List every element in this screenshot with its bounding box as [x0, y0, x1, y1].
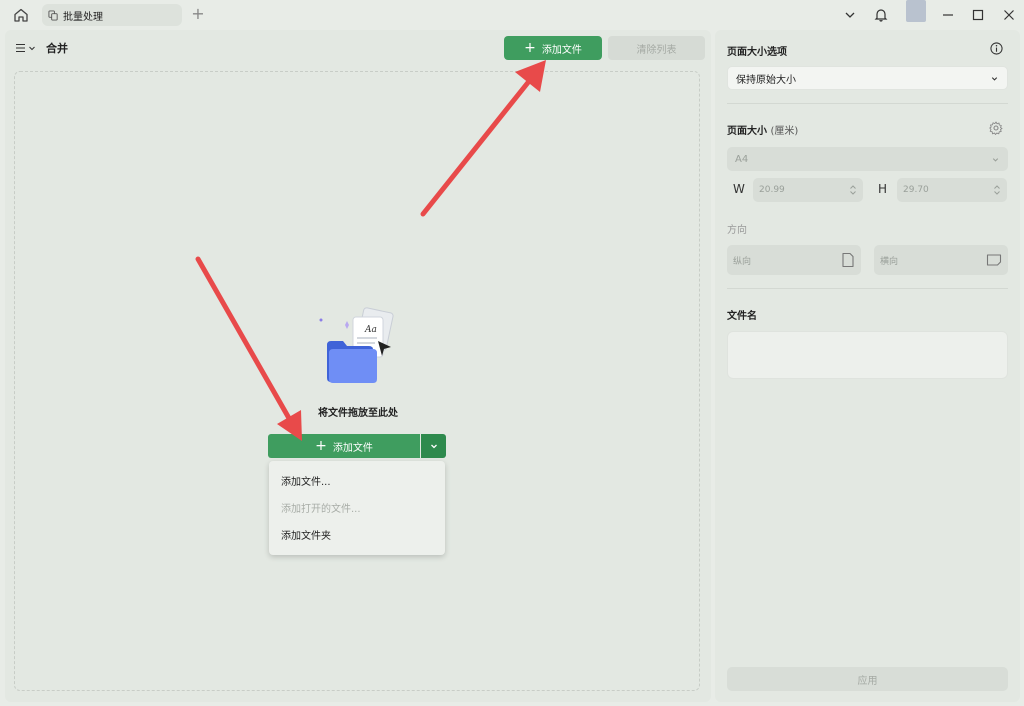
notification-button[interactable] — [870, 5, 892, 25]
clear-list-label: 清除列表 — [636, 44, 677, 56]
apply-label: 应用 — [857, 675, 878, 687]
chevron-down-icon — [29, 46, 35, 51]
plus-icon: + — [191, 4, 205, 23]
portrait-page-icon — [842, 252, 854, 268]
merge-panel: 合并 + 添加文件 清除列表 Aa 将文件拖放至此处 + 添加文件 添加文件..… — [5, 30, 711, 702]
filename-input[interactable] — [727, 331, 1008, 379]
portrait-label: 纵向 — [733, 256, 752, 267]
minimize-icon — [943, 14, 953, 16]
drop-instruction: 将文件拖放至此处 — [318, 408, 398, 419]
tab-batch-processing[interactable]: 批量处理 — [42, 4, 182, 26]
menu-item-add-file[interactable]: 添加文件... — [269, 469, 445, 496]
maximize-icon — [972, 9, 984, 21]
home-button[interactable] — [10, 5, 32, 25]
add-file-label: 添加文件 — [541, 44, 582, 56]
divider — [727, 103, 1008, 104]
width-value: 20.99 — [759, 185, 785, 195]
height-input: 29.70 — [897, 178, 1007, 202]
new-tab-button[interactable]: + — [190, 6, 206, 24]
menu-item-add-folder[interactable]: 添加文件夹 — [269, 523, 445, 550]
landscape-page-icon — [986, 254, 1002, 266]
page-size-option-select[interactable]: 保持原始大小 — [727, 66, 1008, 90]
close-button[interactable] — [998, 5, 1020, 25]
paper-size-select: A4 — [727, 147, 1008, 171]
add-file-main-button[interactable]: + 添加文件 — [268, 434, 420, 458]
menu-button[interactable] — [15, 40, 39, 56]
chevron-down-icon — [845, 12, 855, 18]
page-size-settings-button[interactable] — [988, 120, 1004, 136]
info-button[interactable] — [988, 40, 1004, 56]
maximize-button[interactable] — [967, 5, 989, 25]
avatar[interactable] — [906, 0, 926, 22]
stepper-icon — [850, 185, 856, 195]
portrait-button: 纵向 — [727, 245, 861, 275]
add-file-dropdown-toggle[interactable] — [421, 434, 446, 458]
settings-panel: 页面大小选项 保持原始大小 页面大小 (厘米) A4 W 20.99 H 29.… — [715, 30, 1020, 702]
close-icon — [1004, 10, 1014, 20]
folder-illustration-icon: Aa — [319, 307, 394, 383]
title-bar: 批量处理 + — [0, 0, 1024, 30]
chevron-down-icon — [991, 76, 998, 81]
landscape-button: 横向 — [874, 245, 1008, 275]
tab-document-icon — [48, 9, 58, 21]
dropdown-button[interactable] — [839, 5, 861, 25]
height-value: 29.70 — [903, 185, 929, 195]
home-icon — [14, 8, 28, 22]
orientation-label: 方向 — [727, 225, 747, 236]
apply-button: 应用 — [727, 667, 1008, 691]
chevron-down-icon — [430, 444, 437, 449]
width-label: W — [733, 182, 745, 196]
clear-list-button[interactable]: 清除列表 — [608, 36, 705, 60]
info-icon — [989, 41, 1003, 55]
add-file-split-label: 添加文件 — [332, 442, 373, 454]
page-size-options-label: 页面大小选项 — [727, 47, 787, 58]
chevron-down-icon — [992, 157, 999, 162]
plus-icon: + — [524, 40, 536, 56]
page-size-label: 页面大小 (厘米) — [727, 122, 798, 137]
divider — [727, 288, 1008, 289]
bell-icon — [874, 9, 888, 22]
landscape-label: 横向 — [880, 256, 899, 267]
page-title: 合并 — [46, 42, 68, 55]
height-label: H — [878, 182, 888, 196]
page-size-unit: (厘米) — [770, 126, 799, 137]
filename-label: 文件名 — [727, 311, 757, 322]
add-file-button[interactable]: + 添加文件 — [504, 36, 602, 60]
tab-label: 批量处理 — [63, 11, 103, 23]
list-menu-icon — [16, 43, 25, 53]
add-file-split-button: + 添加文件 — [268, 434, 446, 458]
menu-item-add-open-files: 添加打开的文件... — [281, 504, 361, 515]
page-size-label-text: 页面大小 — [727, 126, 767, 137]
width-input: 20.99 — [753, 178, 863, 202]
plus-icon: + — [315, 438, 327, 454]
page-size-option-value: 保持原始大小 — [736, 74, 796, 86]
add-file-menu: 添加文件... 添加打开的文件... 添加文件夹 — [269, 461, 445, 555]
svg-text:Aa: Aa — [364, 325, 377, 335]
gear-icon — [989, 121, 1003, 135]
minimize-button[interactable] — [937, 5, 959, 25]
stepper-icon — [994, 185, 1000, 195]
paper-size-value: A4 — [735, 153, 749, 165]
